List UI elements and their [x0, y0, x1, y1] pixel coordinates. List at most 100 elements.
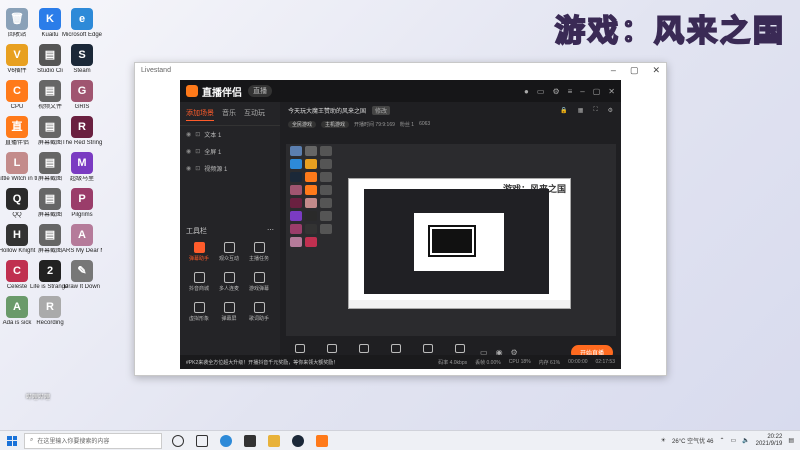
desktop-icon[interactable]: P Pilgrims [62, 188, 102, 219]
weather-text[interactable]: 26°C 空气优 46 [672, 436, 713, 445]
start-button[interactable] [0, 431, 24, 450]
left-panel: 添加场景 音乐 互动玩 ◉ ⊡ 文本 1 ◉ ⊡ 全屏 1 ◉ ⊡ 视频源 1 工具栏 ⋯ 弹幕助手… [180, 102, 280, 369]
stream-preview[interactable]: 游戏：风来之国 [286, 144, 616, 336]
tab-scene[interactable]: 添加场景 [186, 108, 214, 121]
tool-label: 游戏弹幕 [248, 286, 269, 292]
weather-icon[interactable]: ☀ [661, 437, 666, 444]
desktop-icon[interactable]: A ARS My Dear M... [62, 224, 102, 255]
version-pill[interactable]: 直播 [248, 85, 272, 97]
outer-window-title: Livestand [141, 67, 171, 74]
app-icon: C [6, 80, 28, 102]
eye-icon[interactable]: ◉ [186, 165, 191, 172]
layout-icon[interactable]: ▦ [578, 107, 584, 114]
app-icon: M [71, 152, 93, 174]
status-bar: #PK2来袭全方位超大升级！开播抖音千元奖励，等你来领大额奖励！ 码率 4.0k… [180, 355, 621, 369]
source-label: 文本 1 [204, 133, 222, 139]
taskbar-search[interactable]: ⌕ 在这里输入你要搜索的内容 [24, 432, 162, 449]
system-tray: ☀ 26°C 空气优 46 ⌃ ▭ 🔈 20:22 2021/9/19 ▤ [661, 434, 800, 448]
outer-window-titlebar[interactable]: Livestand – ▢ ✕ [135, 63, 666, 78]
more-icon[interactable]: ⋯ [267, 226, 274, 236]
app-icon: A [6, 296, 28, 318]
desktop-icon-label: Microsoft Edge [62, 32, 102, 38]
volume-icon[interactable]: 🔈 [742, 437, 749, 444]
minimize-icon[interactable]: – [611, 65, 616, 76]
desktop-icon-label: Recording [36, 320, 64, 326]
tab-scene[interactable]: 音乐 [222, 108, 236, 121]
category-tag[interactable]: 主机游戏 [321, 120, 350, 128]
fullscreen-icon[interactable]: ⛶ [593, 107, 597, 114]
maximize-icon[interactable]: ▢ [630, 65, 639, 76]
status-item: 内存 61% [538, 359, 561, 366]
message-icon[interactable]: ▭ [537, 87, 545, 96]
windows-icon [7, 435, 17, 446]
titlebar-icons: ● ▭ ⚙ ≡ – ▢ ✕ [524, 87, 615, 96]
avatar[interactable]: ● [524, 87, 529, 96]
lock-icon[interactable]: ⊡ [195, 165, 200, 172]
meta-text: 开播时间 79:9:169 [354, 121, 395, 128]
lock-icon[interactable]: 🔒 [560, 107, 567, 114]
app-icon: ▤ [39, 116, 61, 138]
tool-button[interactable]: 游戏弹幕 [244, 272, 274, 292]
tool-button[interactable]: 主播任务 [244, 242, 274, 262]
bilibili-logo: 哔哩哔哩 [26, 395, 51, 401]
status-item: CPU 18% [508, 358, 531, 365]
desktop-icon[interactable]: M 超级马里 [62, 152, 102, 183]
source-label: 视频源 1 [204, 167, 228, 173]
tab-scene[interactable]: 互动玩 [244, 108, 265, 121]
announcement-text[interactable]: #PK2来袭全方位超大升级！开播抖音千元奖励，等你来领大额奖励！ [186, 359, 338, 366]
edit-title-button[interactable]: 修改 [372, 105, 391, 115]
minimize-icon[interactable]: – [580, 87, 584, 96]
clock[interactable]: 20:22 2021/9/19 [756, 434, 783, 448]
tool-button[interactable]: 弹幕屏 [214, 302, 244, 322]
app-logo: 直播伴侣 [186, 84, 242, 99]
desktop-icon[interactable]: e Microsoft Edge [62, 8, 102, 39]
livestream-app-icon[interactable] [316, 434, 328, 447]
task-view-icon[interactable] [196, 434, 208, 447]
desktop-icon-label: Steam [73, 68, 91, 74]
tool-button[interactable]: 多人连麦 [214, 272, 244, 292]
edge-icon[interactable] [220, 434, 232, 447]
source-item[interactable]: ◉ ⊡ 文本 1 [180, 126, 280, 143]
network-icon[interactable]: ▭ [730, 437, 736, 444]
desktop-icon[interactable]: ✎ Draw It Down [62, 260, 102, 291]
desktop-icon[interactable]: S Steam [62, 44, 102, 75]
close-icon[interactable]: ✕ [608, 87, 615, 96]
tray-expand-icon[interactable]: ⌃ [719, 437, 724, 444]
close-icon[interactable]: ✕ [652, 65, 660, 76]
notification-icon[interactable]: ▤ [788, 437, 794, 444]
eye-icon[interactable]: ◉ [186, 131, 191, 138]
tool-label: 观众互动 [218, 256, 239, 262]
app-icon: K [39, 8, 61, 30]
cortana-icon[interactable] [172, 434, 184, 447]
tool-button[interactable]: 歌词助手 [244, 302, 274, 322]
app-icon: R [39, 296, 61, 318]
tool-label: 虚拟形象 [188, 316, 209, 322]
taskbar-apps [172, 434, 328, 447]
tool-icon [253, 242, 265, 253]
desktop-icon[interactable]: R Recording [30, 296, 70, 327]
folder-icon[interactable] [268, 434, 280, 447]
tool-button[interactable]: 观众互动 [214, 242, 244, 262]
stream-meta: 全民游戏 主机游戏 开播时间 79:9:169 粉丝 1 6063 [280, 118, 621, 130]
settings-icon[interactable]: ⚙ [552, 87, 559, 96]
tool-icon [223, 272, 235, 283]
meta-text: 粉丝 1 [399, 121, 415, 128]
lock-icon[interactable]: ⊡ [195, 131, 200, 138]
lock-icon[interactable]: ⊡ [195, 148, 200, 155]
desktop-icon[interactable]: R The Red Strings Club [62, 116, 102, 147]
source-item[interactable]: ◉ ⊡ 全屏 1 [180, 143, 280, 160]
eye-icon[interactable]: ◉ [186, 148, 191, 155]
menu-icon[interactable]: ≡ [568, 87, 573, 96]
desktop-icon[interactable]: G GRIS [62, 80, 102, 111]
source-item[interactable]: ◉ ⊡ 视频源 1 [180, 160, 280, 177]
store-icon[interactable] [244, 434, 256, 447]
category-tag[interactable]: 全民游戏 [288, 120, 317, 128]
bottom-tool-icon [295, 343, 305, 353]
steam-icon[interactable] [292, 434, 304, 447]
tool-button[interactable]: 抖音商城 [184, 272, 214, 292]
settings-icon[interactable]: ⚙ [608, 107, 613, 114]
taskbar: ⌕ 在这里输入你要搜索的内容 ☀ 26°C 空气优 46 ⌃ ▭ 🔈 20:22… [0, 430, 800, 450]
maximize-icon[interactable]: ▢ [593, 87, 601, 96]
tool-button[interactable]: 弹幕助手 [184, 242, 214, 262]
tool-button[interactable]: 虚拟形象 [184, 302, 214, 322]
